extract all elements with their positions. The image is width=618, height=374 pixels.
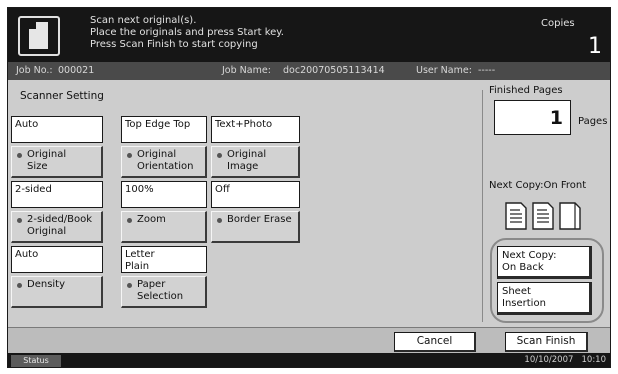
- bullet-icon: [127, 218, 132, 223]
- two-sided-value: 2-sided: [11, 181, 103, 208]
- next-copy-label: Next Copy:On Front: [489, 180, 587, 191]
- border-erase-button[interactable]: Border Erase: [211, 211, 300, 243]
- cancel-button[interactable]: Cancel: [394, 332, 476, 352]
- bullet-icon: [17, 218, 22, 223]
- button-label: On Back: [502, 262, 544, 273]
- original-image-value: Text+Photo: [211, 116, 300, 143]
- button-label: Size: [27, 161, 48, 172]
- scan-finish-button[interactable]: Scan Finish: [505, 332, 588, 352]
- button-label: Density: [27, 279, 66, 290]
- page-lines-icon: [505, 202, 527, 234]
- zoom-button[interactable]: Zoom: [121, 211, 207, 243]
- sheet-insertion-button[interactable]: Sheet Insertion: [497, 282, 592, 315]
- button-label: Selection: [137, 291, 184, 302]
- next-copy-on-back-button[interactable]: Next Copy: On Back: [497, 246, 592, 279]
- job-no-value: 000021: [58, 65, 95, 76]
- button-label: 2-sided/Book: [27, 214, 93, 225]
- status-message: Scan next original(s). Place the origina…: [90, 15, 284, 51]
- bullet-icon: [127, 153, 132, 158]
- button-label: Next Copy:: [502, 250, 557, 261]
- page-blank-icon: [559, 202, 581, 234]
- job-name-value: doc20070505113414: [283, 65, 385, 76]
- original-image-button[interactable]: Original Image: [211, 146, 300, 178]
- finished-pages-label: Finished Pages: [489, 85, 563, 96]
- user-name-label: User Name:: [416, 65, 472, 76]
- density-value: Auto: [11, 246, 103, 273]
- bullet-icon: [217, 218, 222, 223]
- value-text: Letter: [125, 249, 155, 260]
- main-content: Scanner Setting Auto Original Size Top E…: [8, 80, 610, 327]
- job-info-bar: Job No.: 000021 Job Name: doc20070505113…: [8, 62, 610, 80]
- panel-divider: [482, 90, 483, 322]
- job-no-label: Job No.:: [16, 65, 53, 76]
- button-label: Border Erase: [227, 214, 292, 225]
- bullet-icon: [127, 283, 132, 288]
- bullet-icon: [17, 283, 22, 288]
- copier-panel: Scan next original(s). Place the origina…: [7, 7, 611, 368]
- page-lines-icon: [532, 202, 554, 234]
- button-label: Insertion: [502, 298, 546, 309]
- scanner-setting-title: Scanner Setting: [20, 90, 104, 102]
- button-label: Sheet: [502, 286, 531, 297]
- finished-pages-box: 1: [494, 100, 571, 135]
- copies-label: Copies: [541, 18, 575, 29]
- message-line: Press Scan Finish to start copying: [90, 39, 258, 50]
- paper-selection-button[interactable]: Paper Selection: [121, 276, 207, 308]
- value-text: Top Edge Top: [125, 119, 191, 130]
- button-label: Paper: [137, 279, 166, 290]
- two-sided-book-original-button[interactable]: 2-sided/Book Original: [11, 211, 103, 243]
- document-icon: [18, 16, 60, 56]
- original-orientation-value: Top Edge Top: [121, 116, 207, 143]
- status-button[interactable]: Status: [11, 355, 61, 367]
- zoom-value: 100%: [121, 181, 207, 208]
- button-label: Zoom: [137, 214, 166, 225]
- pages-unit-label: Pages: [578, 116, 608, 127]
- user-name-value: -----: [478, 65, 496, 76]
- finished-pages-count: 1: [549, 107, 563, 129]
- button-label: Image: [227, 161, 259, 172]
- value-text: Auto: [15, 249, 39, 260]
- top-bar: Scan next original(s). Place the origina…: [8, 8, 610, 62]
- bottom-bar: Cancel Scan Finish: [8, 327, 610, 353]
- bullet-icon: [217, 153, 222, 158]
- button-label: Original: [27, 149, 67, 160]
- date-time: 10/10/2007 10:10: [524, 355, 606, 365]
- button-label: Original: [227, 149, 267, 160]
- value-text: Plain: [125, 261, 150, 272]
- value-text: Auto: [15, 119, 39, 130]
- original-size-button[interactable]: Original Size: [11, 146, 103, 178]
- original-orientation-button[interactable]: Original Orientation: [121, 146, 207, 178]
- value-text: 100%: [125, 184, 154, 195]
- button-label: Original: [137, 149, 177, 160]
- button-label: Original: [27, 226, 67, 237]
- value-text: 2-sided: [15, 184, 52, 195]
- original-size-value: Auto: [11, 116, 103, 143]
- message-line: Place the originals and press Start key.: [90, 27, 284, 38]
- button-label: Orientation: [137, 161, 194, 172]
- value-text: Off: [215, 184, 230, 195]
- status-bar: Status 10/10/2007 10:10: [8, 353, 610, 367]
- value-text: Text+Photo: [215, 119, 273, 130]
- copies-count: 1: [588, 34, 602, 59]
- border-erase-value: Off: [211, 181, 300, 208]
- density-button[interactable]: Density: [11, 276, 103, 308]
- job-name-label: Job Name:: [222, 65, 271, 76]
- bullet-icon: [17, 153, 22, 158]
- paper-selection-value: Letter Plain: [121, 246, 207, 273]
- message-line: Scan next original(s).: [90, 15, 197, 26]
